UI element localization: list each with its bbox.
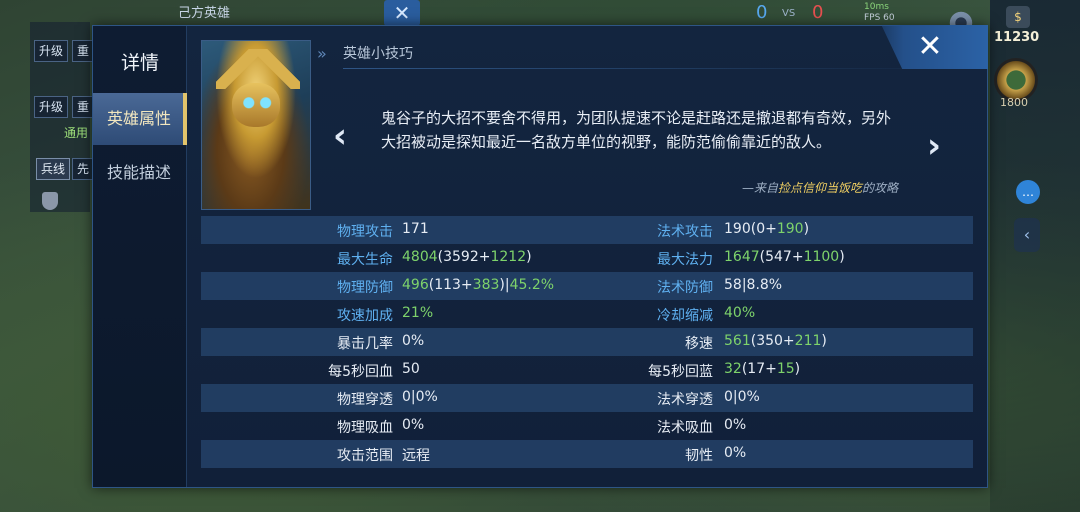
stat-label: 物理穿透 <box>337 392 393 408</box>
tip-source-prefix: —来自 <box>741 181 778 195</box>
team-heroes-title: 己方英雄 <box>178 6 231 21</box>
stat-value: 0% <box>402 333 425 349</box>
stat-label: 每5秒回血 <box>328 364 393 380</box>
stat-label: 冷却缩减 <box>657 308 713 324</box>
stat-label: 韧性 <box>685 448 713 464</box>
vs-label: VS <box>782 8 796 19</box>
upgrade-button-2[interactable]: 升级 <box>34 96 68 118</box>
stat-value: 远程 <box>402 448 430 464</box>
stat-value: 0% <box>724 417 747 433</box>
stat-value: 21% <box>402 305 434 321</box>
tab-skill-description[interactable]: 技能描述 <box>93 147 187 199</box>
tab-hero-attributes[interactable]: 英雄属性 <box>93 93 187 145</box>
tip-header: 英雄小技巧 <box>343 46 413 62</box>
stat-value: 190(0+190) <box>724 221 810 237</box>
item-price: 1800 <box>1000 96 1028 109</box>
stat-row: 物理防御 496(113+383)|45.2% 法术防御 58|8.8% <box>201 272 973 300</box>
reset-button-2[interactable]: 重置 <box>72 96 94 118</box>
stat-row: 攻速加成 21% 冷却缩减 40% <box>201 300 973 328</box>
minion-button[interactable]: 兵线 <box>36 158 70 180</box>
stat-value: 40% <box>724 305 756 321</box>
upgrade-button[interactable]: 升级 <box>34 40 68 62</box>
stat-value: 0% <box>402 417 425 433</box>
hero-portrait <box>201 40 311 210</box>
tip-source: —来自捡点信仰当饭吃的攻略 <box>653 179 898 196</box>
stat-label: 法术穿透 <box>657 392 713 408</box>
stats-table: 物理攻击 171 法术攻击 190(0+190) 最大生命 4804(3592+… <box>201 216 973 468</box>
stat-label: 攻击范围 <box>337 448 393 464</box>
tip-divider <box>343 68 963 69</box>
tip-source-suffix: 的攻略 <box>861 181 898 195</box>
stat-row: 物理穿透 0|0% 法术穿透 0|0% <box>201 384 973 412</box>
double-chevron-icon: » <box>317 44 327 63</box>
side-collapse-chevron-icon[interactable]: ‹ <box>1014 218 1040 252</box>
stat-value: 496(113+383)|45.2% <box>402 277 555 293</box>
stat-row: 每5秒回血 50 每5秒回蓝 32(17+15) <box>201 356 973 384</box>
gold-bag-icon: $ <box>1006 6 1030 28</box>
stat-label: 法术吸血 <box>657 420 713 436</box>
shield-icon <box>42 192 58 210</box>
details-sidebar: 详情 英雄属性 技能描述 <box>93 26 187 487</box>
stat-label: 物理攻击 <box>337 224 393 240</box>
chevron-left-icon[interactable]: ‹ <box>333 116 347 156</box>
stat-label: 物理吸血 <box>337 420 393 436</box>
reset-button[interactable]: 重置 <box>72 40 94 62</box>
background-close-icon[interactable]: ✕ <box>384 0 420 26</box>
stat-row: 最大生命 4804(3592+1212) 最大法力 1647(547+1100) <box>201 244 973 272</box>
gold-amount: 11230 <box>994 30 1040 45</box>
stat-label: 移速 <box>685 336 713 352</box>
stat-label: 最大生命 <box>337 252 393 268</box>
stat-value: 50 <box>402 361 420 377</box>
close-icon[interactable]: ✕ <box>913 30 947 64</box>
stat-label: 物理防御 <box>337 280 393 296</box>
chevron-right-icon[interactable]: › <box>927 126 941 166</box>
stat-value: 0|0% <box>724 389 760 405</box>
stat-value: 58|8.8% <box>724 277 783 293</box>
stat-row: 攻击范围 远程 韧性 0% <box>201 440 973 468</box>
stat-value: 1647(547+1100) <box>724 249 845 265</box>
stat-label: 每5秒回蓝 <box>648 364 713 380</box>
stat-row: 暴击几率 0% 移速 561(350+211) <box>201 328 973 356</box>
stat-label: 攻速加成 <box>337 308 393 324</box>
portrait-face <box>232 83 280 127</box>
stat-label: 法术攻击 <box>657 224 713 240</box>
stat-label: 暴击几率 <box>337 336 393 352</box>
stat-value: 561(350+211) <box>724 333 827 349</box>
ally-score: 0 <box>756 2 768 23</box>
chat-bubble-icon[interactable]: … <box>1016 180 1040 204</box>
stat-value: 32(17+15) <box>724 361 801 377</box>
prophet-button[interactable]: 先知 <box>72 158 94 180</box>
tip-text: 鬼谷子的大招不要舍不得用，为团队提速不论是赶路还是撤退都有奇效，另外大招被动是探… <box>381 109 892 151</box>
network-latency: 10ms <box>864 2 889 12</box>
stat-row: 物理攻击 171 法术攻击 190(0+190) <box>201 216 973 244</box>
stat-value: 171 <box>402 221 429 237</box>
stat-value: 0% <box>724 445 747 461</box>
stat-row: 物理吸血 0% 法术吸血 0% <box>201 412 973 440</box>
tip-source-author[interactable]: 捡点信仰当饭吃 <box>778 181 862 195</box>
hero-details-dialog: 详情 英雄属性 技能描述 ✕ » 英雄小技巧 ‹ 鬼谷子的大招不要舍不得用，为团… <box>92 25 988 488</box>
stat-label: 最大法力 <box>657 252 713 268</box>
stat-value: 0|0% <box>402 389 438 405</box>
fps-counter: FPS 60 <box>864 13 895 23</box>
common-label: 通用 <box>64 126 89 140</box>
stat-value: 4804(3592+1212) <box>402 249 532 265</box>
enemy-score: 0 <box>812 2 824 23</box>
dialog-title: 详情 <box>120 52 159 74</box>
stat-label: 法术防御 <box>657 280 713 296</box>
